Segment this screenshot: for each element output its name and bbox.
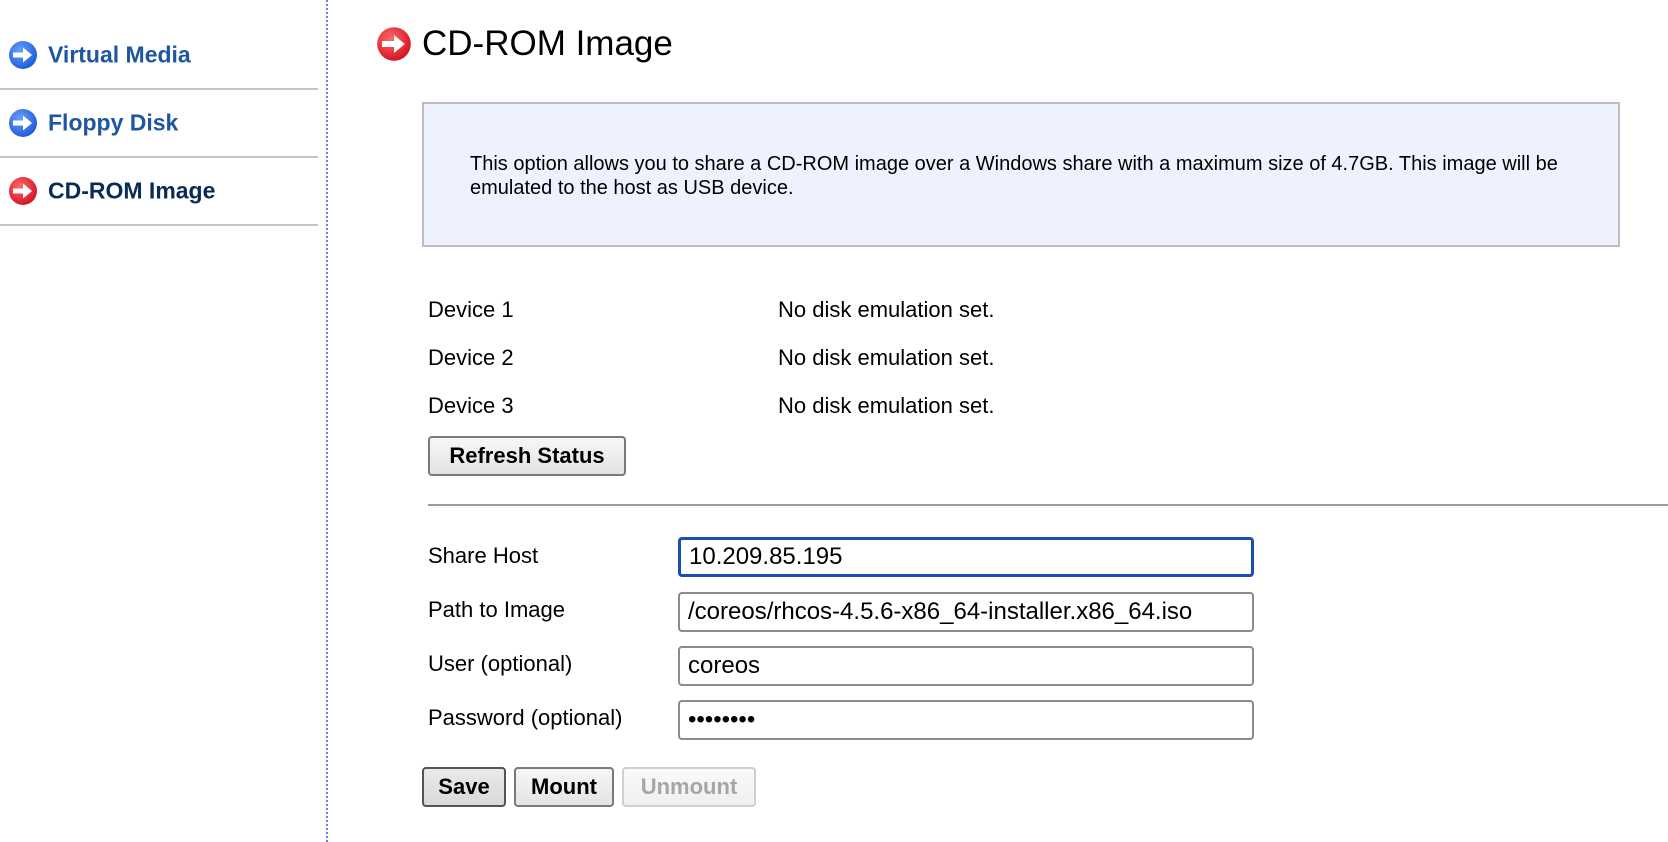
save-button[interactable]: Save (422, 767, 506, 807)
sidebar-item-cd-rom-image[interactable]: CD-ROM Image (0, 154, 318, 226)
path-to-image-input[interactable] (678, 592, 1254, 632)
device-1-label: Device 1 (428, 297, 514, 322)
section-divider (428, 504, 1668, 506)
sidebar-item-label: CD-ROM Image (48, 177, 216, 204)
page-title: CD-ROM Image (422, 24, 673, 63)
sidebar-item-label: Floppy Disk (48, 109, 179, 136)
share-host-label: Share Host (428, 543, 539, 568)
red-arrow-right-icon (376, 26, 412, 62)
device-2-status: No disk emulation set. (778, 345, 995, 370)
device-3-status: No disk emulation set. (778, 393, 995, 418)
share-host-input[interactable] (678, 537, 1254, 577)
info-text: This option allows you to share a CD-ROM… (470, 153, 1558, 199)
red-arrow-right-icon (8, 176, 38, 206)
sidebar: Virtual Media Floppy Disk CD-ROM Image (0, 0, 318, 842)
user-input[interactable] (678, 646, 1254, 686)
sidebar-item-label: Virtual Media (48, 41, 191, 68)
sidebar-separator (326, 0, 328, 842)
path-to-image-label: Path to Image (428, 597, 565, 622)
user-label: User (optional) (428, 651, 573, 676)
sidebar-item-virtual-media[interactable]: Virtual Media (0, 18, 318, 90)
password-input[interactable] (678, 700, 1254, 740)
sidebar-item-floppy-disk[interactable]: Floppy Disk (0, 86, 318, 158)
info-box: This option allows you to share a CD-ROM… (422, 102, 1620, 247)
unmount-button[interactable]: Unmount (622, 767, 756, 807)
mount-button[interactable]: Mount (514, 767, 614, 807)
blue-arrow-right-icon (8, 40, 38, 70)
password-label: Password (optional) (428, 705, 623, 730)
blue-arrow-right-icon (8, 108, 38, 138)
device-3-label: Device 3 (428, 393, 514, 418)
refresh-status-button[interactable]: Refresh Status (428, 436, 626, 476)
device-2-label: Device 2 (428, 345, 514, 370)
device-1-status: No disk emulation set. (778, 297, 995, 322)
